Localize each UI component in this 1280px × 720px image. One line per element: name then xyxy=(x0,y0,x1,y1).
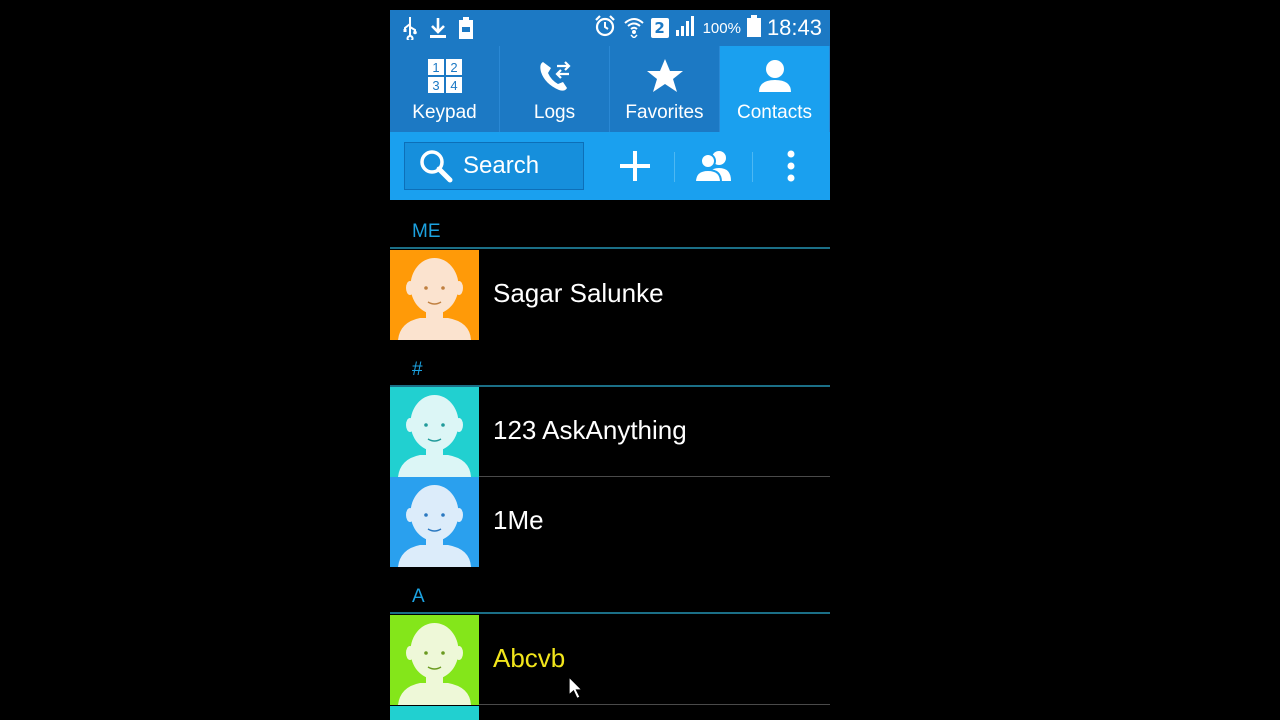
contact-icon xyxy=(720,56,829,96)
download-icon xyxy=(428,16,448,44)
section-title: # xyxy=(412,359,423,380)
more-icon xyxy=(786,149,796,183)
section-title: A xyxy=(412,586,425,607)
section-header-a: A xyxy=(390,574,830,614)
divider xyxy=(752,152,753,182)
search-input[interactable]: Search xyxy=(404,142,584,190)
section-divider xyxy=(390,247,830,249)
contact-row[interactable]: Sagar Salunke xyxy=(390,250,830,340)
avatar xyxy=(390,477,479,567)
section-divider xyxy=(390,612,830,614)
contact-name: 1Me xyxy=(493,505,544,535)
logs-icon xyxy=(500,56,609,96)
tab-label: Contacts xyxy=(737,102,812,123)
contacts-screen: 2 100% 18:43 1 2 3 4 Keypad Logs Favorit… xyxy=(390,0,830,720)
tab-contacts[interactable]: Contacts xyxy=(720,46,830,132)
tab-keypad[interactable]: 1 2 3 4 Keypad xyxy=(390,46,500,132)
divider xyxy=(674,152,675,182)
battery-saver-icon xyxy=(458,16,474,44)
groups-icon xyxy=(694,149,734,183)
sim-indicator: 2 xyxy=(650,18,669,38)
contact-row[interactable]: 123 AskAnything xyxy=(390,387,830,477)
section-header-me: ME xyxy=(390,209,830,249)
contact-row[interactable]: Abcvb xyxy=(390,615,830,705)
contact-row[interactable]: 1Me xyxy=(390,477,830,567)
search-placeholder: Search xyxy=(463,152,540,179)
battery-icon xyxy=(746,14,761,42)
section-header-hash: # xyxy=(390,347,830,387)
tab-logs[interactable]: Logs xyxy=(500,46,610,132)
keypad-digit: 1 xyxy=(432,60,439,75)
keypad-digit: 3 xyxy=(432,78,439,93)
action-bar: Search xyxy=(390,132,830,200)
groups-button[interactable] xyxy=(690,142,738,190)
signal-icon xyxy=(675,15,697,41)
clock: 18:43 xyxy=(766,15,822,40)
usb-icon xyxy=(402,16,418,44)
battery-percent: 100% xyxy=(702,19,741,37)
star-icon xyxy=(610,56,719,96)
contact-name: Abcvb xyxy=(493,643,566,673)
add-contact-button[interactable] xyxy=(612,142,658,190)
contact-name: 123 AskAnything xyxy=(493,415,687,445)
contact-name: Sagar Salunke xyxy=(493,278,664,308)
mouse-cursor-icon xyxy=(568,675,584,704)
keypad-digit: 4 xyxy=(450,78,457,93)
tab-favorites[interactable]: Favorites xyxy=(610,46,720,132)
tab-label: Favorites xyxy=(625,102,704,123)
search-icon xyxy=(419,149,453,183)
keypad-icon: 1 2 3 4 xyxy=(390,56,499,96)
wifi-icon xyxy=(623,14,645,42)
avatar xyxy=(390,250,479,340)
tab-bar: 1 2 3 4 Keypad Logs Favorites Contacts xyxy=(390,46,830,132)
tab-label: Logs xyxy=(533,102,576,123)
avatar xyxy=(390,706,479,720)
tab-label: Keypad xyxy=(412,102,477,123)
status-bar: 2 100% 18:43 xyxy=(390,10,830,46)
more-options-button[interactable] xyxy=(768,142,814,190)
add-icon xyxy=(618,149,652,183)
section-title: ME xyxy=(412,221,441,242)
keypad-digit: 2 xyxy=(450,60,457,75)
row-divider xyxy=(479,704,830,705)
avatar xyxy=(390,387,479,477)
avatar xyxy=(390,615,479,705)
alarm-icon xyxy=(593,14,617,42)
